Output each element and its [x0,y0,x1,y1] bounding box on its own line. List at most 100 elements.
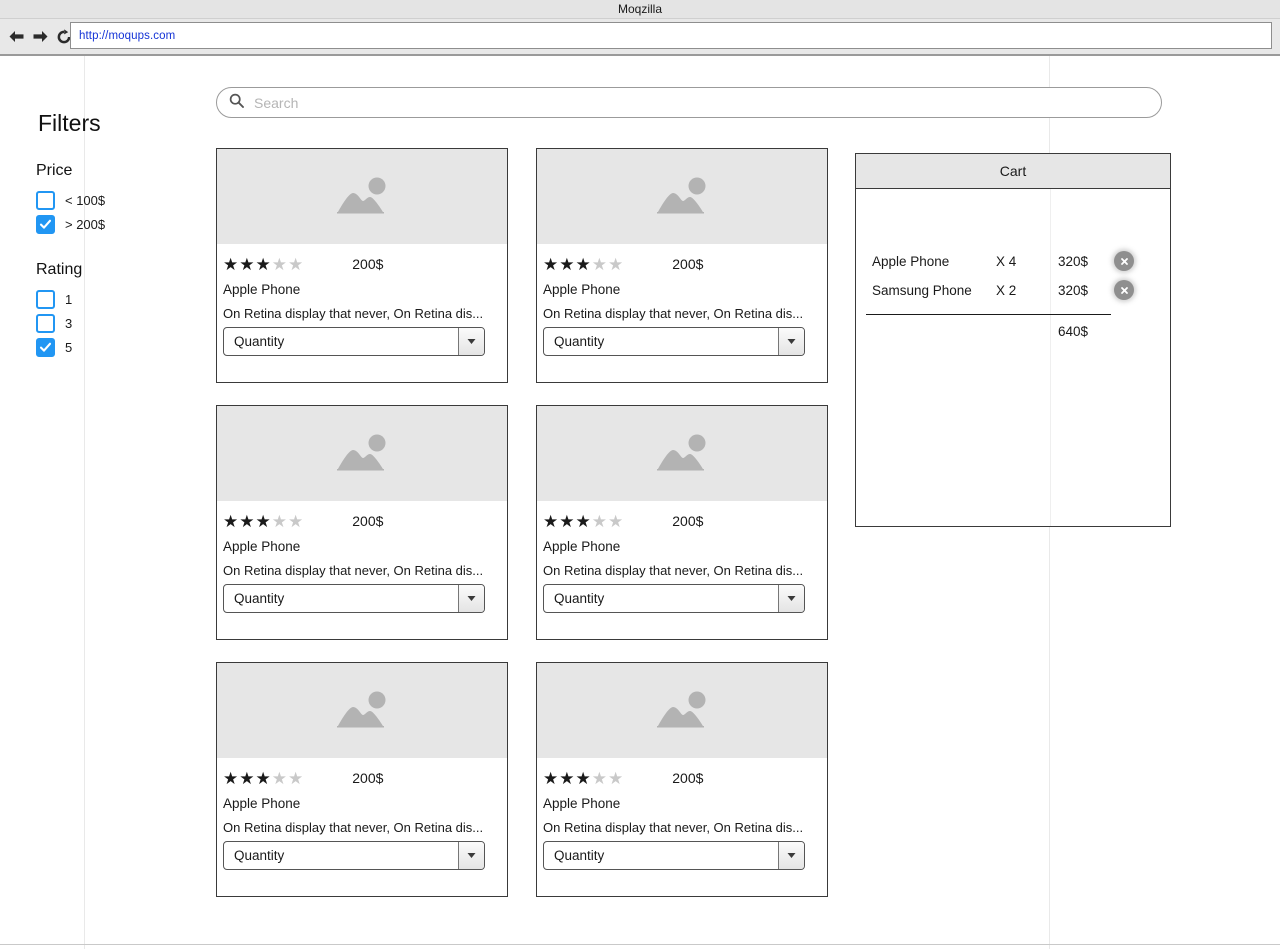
product-body: ★ ★ ★ ★ ★ 200$ Apple Phone On Retina display th… [217,501,507,578]
checkbox-unchecked-icon[interactable] [36,190,55,210]
checkbox-unchecked-icon[interactable] [36,289,55,309]
back-button[interactable] [6,26,26,48]
checkbox-checked-icon[interactable] [36,337,55,357]
product-grid: ★ ★ ★ ★ ★ 200$ Apple Phone On Retina display th… [216,148,828,897]
star-icon: ★ [575,254,591,274]
product-image [537,406,827,501]
chevron-down-icon[interactable] [458,585,484,612]
image-placeholder-icon [333,175,391,219]
close-circle-icon [1119,256,1130,267]
filter-option[interactable]: 3 [36,311,186,335]
cart-total: 640$ [1058,324,1089,339]
checkbox-unchecked-icon[interactable] [36,313,55,333]
cart-item-remove-button[interactable] [1114,251,1134,271]
search-input[interactable] [252,91,1112,114]
quantity-select[interactable]: Quantity [223,327,485,356]
star-icon: ★ [223,768,239,788]
cart-item-amount: 320$ [1058,282,1089,298]
star-icon: ★ [591,511,607,531]
quantity-select[interactable]: Quantity [223,584,485,613]
filter-groups: Price < 100$ > 200$ Rating 1 3 5 [36,161,186,359]
star-icon: ★ [239,511,255,531]
filter-option[interactable]: 5 [36,335,186,359]
cart-column-guide [1050,189,1051,526]
product-card[interactable]: ★ ★ ★ ★ ★ 200$ Apple Phone On Retina display th… [536,148,828,383]
product-card[interactable]: ★ ★ ★ ★ ★ 200$ Apple Phone On Retina display th… [216,405,508,640]
product-meta-row: ★ ★ ★ ★ ★ 200$ [543,511,821,531]
product-image [217,406,507,501]
star-icon: ★ [543,254,559,274]
image-placeholder-icon [653,432,711,476]
product-title: Apple Phone [543,796,621,811]
star-icon: ★ [543,768,559,788]
product-card[interactable]: ★ ★ ★ ★ ★ 200$ Apple Phone On Retina display th… [216,662,508,897]
quantity-select-value: Quantity [554,334,605,349]
product-meta-row: ★ ★ ★ ★ ★ 200$ [223,254,501,274]
star-icon: ★ [543,511,559,531]
cart-item-amount: 320$ [1058,253,1089,269]
filter-group: Price < 100$ > 200$ [36,161,186,236]
product-description: On Retina display that never, On Retina … [223,563,484,578]
filter-group: Rating 1 3 5 [36,260,186,359]
product-description: On Retina display that never, On Retina … [223,306,484,321]
star-icon: ★ [255,511,271,531]
star-icon: ★ [239,768,255,788]
star-icon: ★ [608,768,624,788]
star-icon: ★ [591,768,607,788]
star-icon: ★ [559,768,575,788]
star-icon: ★ [575,768,591,788]
product-body: ★ ★ ★ ★ ★ 200$ Apple Phone On Retina display th… [537,501,827,578]
forward-button[interactable] [30,26,50,48]
chevron-down-icon[interactable] [458,842,484,869]
product-description: On Retina display that never, On Retina … [543,563,804,578]
chevron-down-icon[interactable] [778,842,804,869]
product-image [217,663,507,758]
quantity-select-value: Quantity [234,591,285,606]
product-card[interactable]: ★ ★ ★ ★ ★ 200$ Apple Phone On Retina display th… [536,405,828,640]
filters-sidebar: Filters Price < 100$ > 200$ Rating 1 3 5 [36,112,186,383]
image-placeholder-icon [653,689,711,733]
quantity-select[interactable]: Quantity [543,327,805,356]
product-card[interactable]: ★ ★ ★ ★ ★ 200$ Apple Phone On Retina display th… [216,148,508,383]
cart-item-name: Samsung Phone [872,282,972,298]
cart-item-row: Samsung Phone X 2 320$ [856,276,1172,304]
star-icon: ★ [271,254,287,274]
cart-item-row: Apple Phone X 4 320$ [856,247,1172,275]
product-rating: ★ ★ ★ ★ ★ [543,770,624,787]
product-rating: ★ ★ ★ ★ ★ [223,770,304,787]
filter-option[interactable]: > 200$ [36,212,186,236]
chevron-down-icon[interactable] [778,585,804,612]
product-price: 200$ [352,770,384,786]
browser-chrome: Moqzilla http://moqups.com [0,0,1280,56]
product-price: 200$ [352,513,384,529]
star-icon: ★ [271,768,287,788]
search-bar[interactable] [216,87,1162,118]
quantity-select[interactable]: Quantity [543,841,805,870]
url-bar[interactable]: http://moqups.com [70,22,1272,49]
product-body: ★ ★ ★ ★ ★ 200$ Apple Phone On Retina display th… [537,758,827,835]
star-icon: ★ [255,768,271,788]
cart-item-remove-button[interactable] [1114,280,1134,300]
product-card[interactable]: ★ ★ ★ ★ ★ 200$ Apple Phone On Retina display th… [536,662,828,897]
filter-option-label: 3 [65,315,73,331]
product-image [217,149,507,244]
product-rating: ★ ★ ★ ★ ★ [223,513,304,530]
checkbox-checked-icon[interactable] [36,214,55,234]
filter-option-label: < 100$ [65,192,106,208]
filter-option[interactable]: 1 [36,287,186,311]
chevron-down-icon[interactable] [778,328,804,355]
product-meta-row: ★ ★ ★ ★ ★ 200$ [223,768,501,788]
chevron-down-icon[interactable] [458,328,484,355]
cart-item-quantity: X 4 [996,253,1017,269]
filter-option-label: 1 [65,291,73,307]
product-price: 200$ [672,256,704,272]
star-icon: ★ [608,254,624,274]
star-icon: ★ [559,254,575,274]
product-description: On Retina display that never, On Retina … [543,820,804,835]
quantity-select[interactable]: Quantity [543,584,805,613]
filter-option[interactable]: < 100$ [36,188,186,212]
quantity-select[interactable]: Quantity [223,841,485,870]
product-description: On Retina display that never, On Retina … [543,306,804,321]
filter-option-label: > 200$ [65,216,106,232]
product-title: Apple Phone [223,539,301,554]
